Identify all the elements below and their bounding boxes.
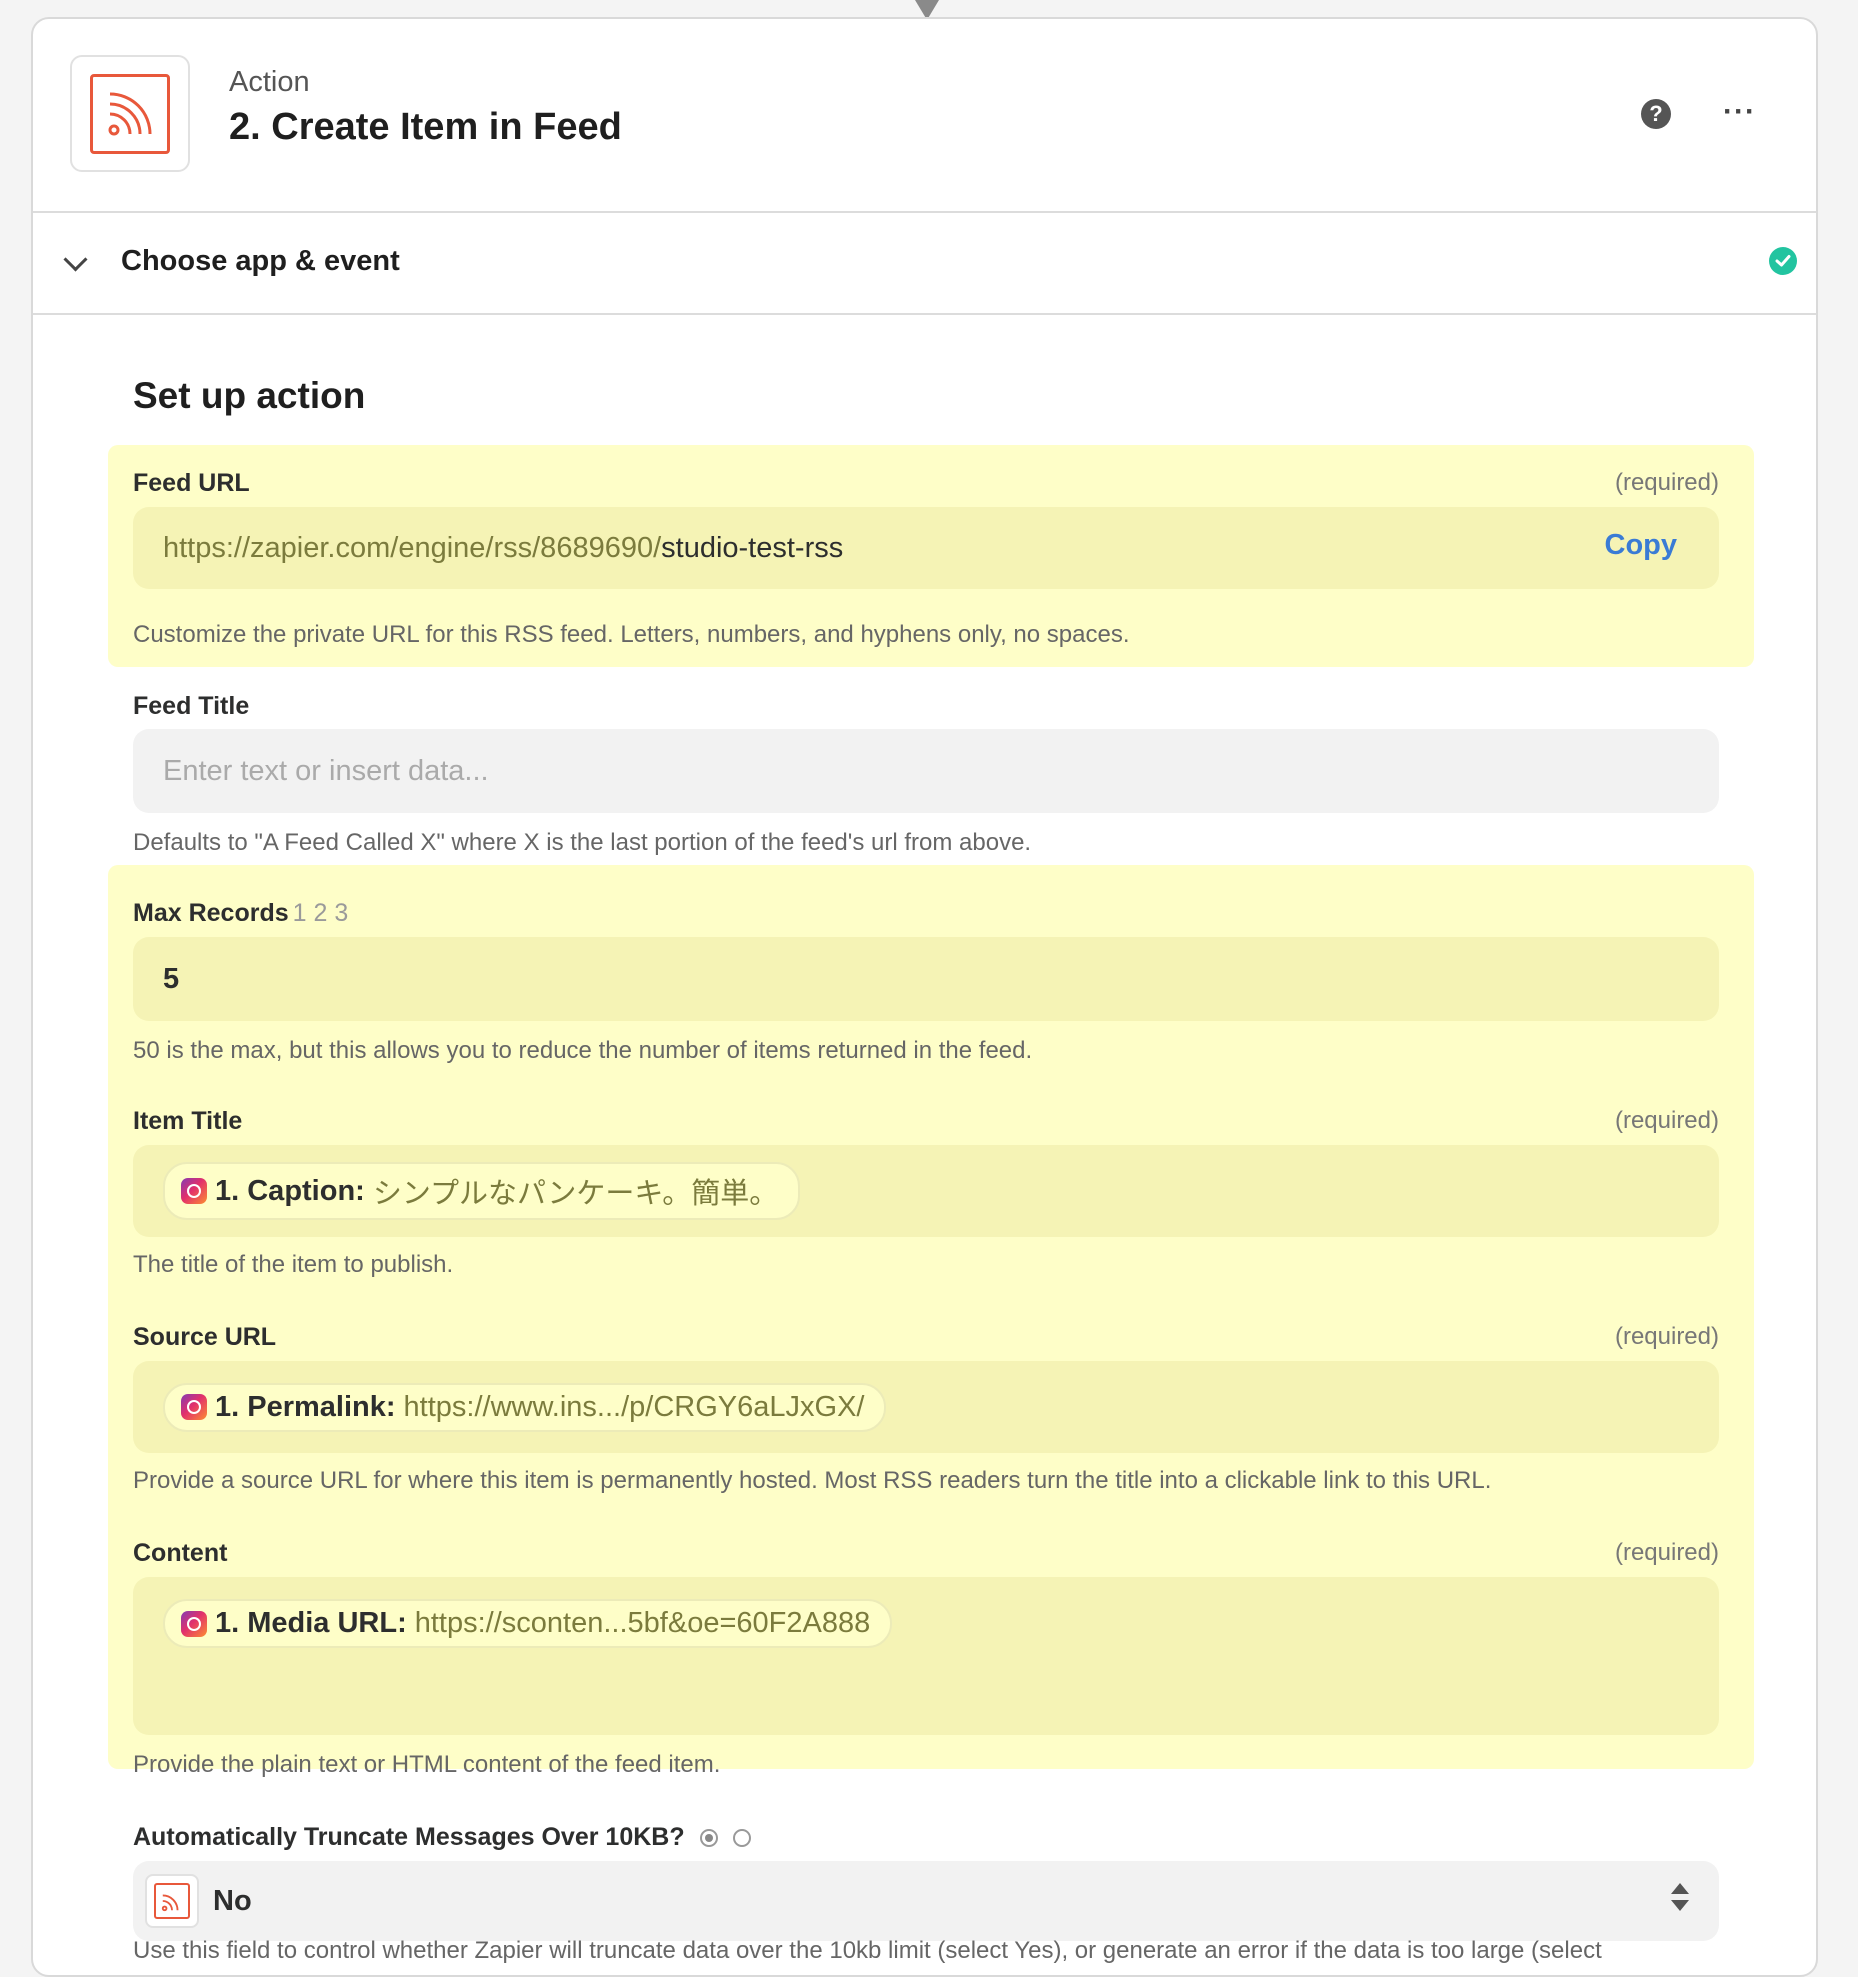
instagram-icon — [181, 1394, 207, 1420]
required-marker: (required) — [1614, 1539, 1719, 1566]
max-records-hints: 1 2 3 — [292, 899, 349, 927]
instagram-icon — [181, 1178, 207, 1204]
feed-title-placeholder: Enter text or insert data... — [163, 754, 489, 787]
question-circle-icon[interactable]: ? — [1641, 99, 1671, 129]
feed-title-field[interactable]: Enter text or insert data... — [133, 729, 1719, 813]
step-title[interactable]: 2. Create Item in Feed — [229, 106, 622, 149]
step-kind-label: Action — [229, 66, 310, 98]
select-arrows-icon[interactable] — [1671, 1883, 1689, 1911]
mapped-data-pill[interactable]: 1. Media URL: https://sconten...5bf&oe=6… — [163, 1599, 893, 1648]
radio-selected-icon[interactable] — [699, 1829, 718, 1848]
truncate-help: Use this field to control whether Zapier… — [133, 1937, 1602, 1964]
required-marker: (required) — [1614, 469, 1719, 496]
max-records-field[interactable]: 5 — [133, 937, 1719, 1021]
feed-url-prefix: https://zapier.com/engine/rss/8689690/ — [163, 531, 662, 564]
item-title-label: Item Title — [133, 1107, 243, 1135]
mapped-data-pill[interactable]: 1. Caption: シンプルなパンケーキ。簡単。 — [163, 1162, 801, 1220]
copy-button[interactable]: Copy — [1605, 529, 1678, 562]
feed-url-help: Customize the private URL for this RSS f… — [133, 621, 1130, 648]
chevron-down-icon[interactable] — [63, 247, 88, 272]
radio-unselected-icon[interactable] — [732, 1829, 751, 1848]
truncate-select[interactable]: No — [133, 1861, 1719, 1941]
ellipsis-icon[interactable]: ··· — [1723, 95, 1756, 129]
action-step-card: Action 2. Create Item in Feed ? ··· Choo… — [31, 17, 1818, 1977]
feed-title-help: Defaults to "A Feed Called X" where X is… — [133, 829, 1032, 856]
truncate-label: Automatically Truncate Messages Over 10K… — [133, 1823, 751, 1852]
pill-key: 1. Media URL: — [215, 1607, 407, 1639]
pill-value: シンプルなパンケーキ。簡単。 — [372, 1178, 779, 1210]
rss-icon-frame — [154, 1883, 190, 1919]
content-field[interactable]: 1. Media URL: https://sconten...5bf&oe=6… — [133, 1577, 1719, 1735]
feed-title-label: Feed Title — [133, 692, 250, 720]
content-help: Provide the plain text or HTML content o… — [133, 1751, 721, 1778]
setup-title: Set up action — [133, 375, 366, 416]
app-tile — [70, 55, 190, 172]
rss-icon — [145, 1874, 199, 1928]
max-records-label: Max Records 1 2 3 — [133, 899, 348, 928]
mapped-data-pill[interactable]: 1. Permalink: https://www.ins.../p/CRGY6… — [163, 1382, 887, 1432]
instagram-icon — [181, 1610, 207, 1637]
choose-app-event-section[interactable]: Choose app & event — [33, 213, 1816, 315]
pill-value: https://sconten...5bf&oe=60F2A888 — [414, 1607, 871, 1639]
feed-url-field[interactable]: https://zapier.com/engine/rss/8689690/ s… — [133, 507, 1719, 589]
source-url-field[interactable]: 1. Permalink: https://www.ins.../p/CRGY6… — [133, 1361, 1719, 1453]
max-records-value: 5 — [163, 962, 180, 995]
pill-key: 1. Caption: — [215, 1174, 365, 1207]
check-circle-icon — [1769, 247, 1797, 275]
step-header[interactable]: Action 2. Create Item in Feed ? ··· — [33, 19, 1816, 213]
item-title-field[interactable]: 1. Caption: シンプルなパンケーキ。簡単。 — [133, 1145, 1719, 1237]
feed-url-slug[interactable]: studio-test-rss — [661, 532, 843, 565]
content-label: Content — [133, 1539, 228, 1567]
max-records-label-text: Max Records — [133, 899, 289, 927]
source-url-help: Provide a source URL for where this item… — [133, 1467, 1492, 1494]
truncate-label-text: Automatically Truncate Messages Over 10K… — [133, 1823, 685, 1851]
required-marker: (required) — [1614, 1323, 1719, 1350]
required-marker: (required) — [1614, 1107, 1719, 1134]
feed-url-label: Feed URL — [133, 469, 250, 497]
source-url-label: Source URL — [133, 1323, 277, 1351]
rss-icon — [90, 73, 170, 154]
max-records-help: 50 is the max, but this allows you to re… — [133, 1037, 1033, 1064]
section-title[interactable]: Choose app & event — [121, 245, 400, 278]
item-title-help: The title of the item to publish. — [133, 1251, 454, 1278]
pill-value: https://www.ins.../p/CRGY6aLJxGX/ — [403, 1390, 865, 1423]
pill-key: 1. Permalink: — [215, 1390, 396, 1423]
truncate-select-value: No — [213, 1884, 252, 1917]
